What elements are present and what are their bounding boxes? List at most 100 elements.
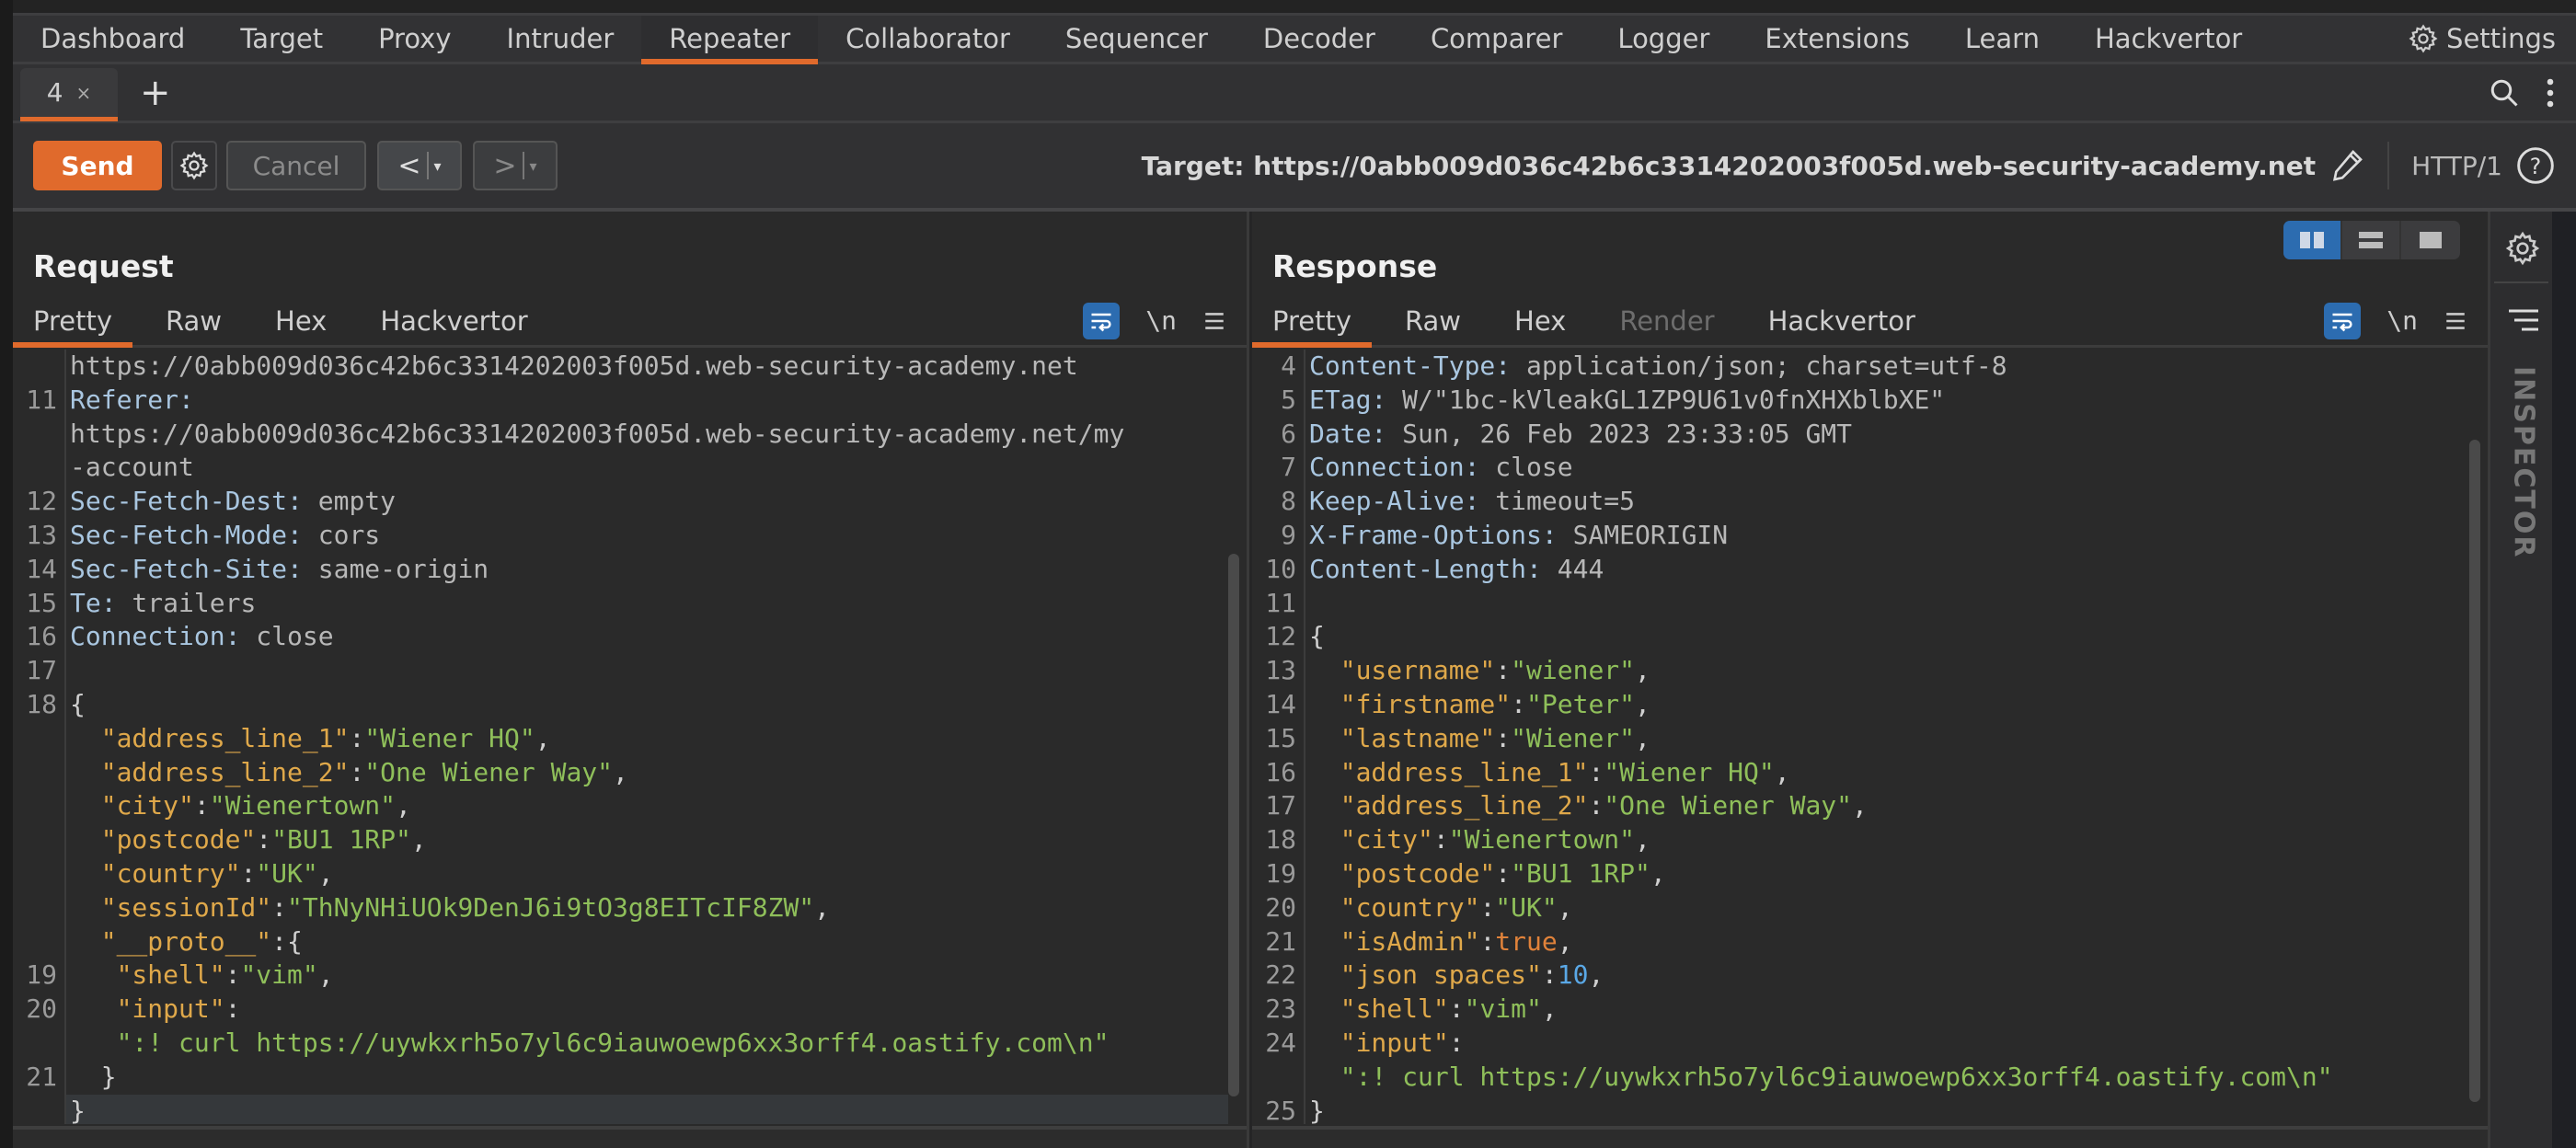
- code-line: 17: [13, 654, 1228, 688]
- request-tab-hex[interactable]: Hex: [255, 296, 347, 345]
- word-wrap-toggle[interactable]: [1083, 302, 1121, 339]
- code-token: ,: [317, 959, 334, 991]
- nav-tab-hackvertor[interactable]: Hackvertor: [2067, 16, 2270, 62]
- line-content: }: [66, 1094, 1228, 1124]
- code-token: ETag:: [1309, 384, 1387, 415]
- response-title: Response: [1272, 248, 1438, 284]
- search-icon[interactable]: [2488, 76, 2521, 109]
- code-token: :: [193, 790, 210, 821]
- nav-tab-repeater[interactable]: Repeater: [641, 16, 819, 64]
- send-options-button[interactable]: [171, 141, 217, 190]
- code-token: ,: [1852, 790, 1868, 821]
- layout-tabs-button[interactable]: [2401, 221, 2460, 259]
- code-token: "ThNyNHiUOk9DenJ6i9tO3g8EITcIF8ZW": [287, 891, 815, 923]
- line-content: "address_line_1":"Wiener HQ",: [1305, 756, 1790, 790]
- code-token: "Wiener HQ": [1604, 756, 1775, 787]
- code-token: 10: [1557, 959, 1589, 991]
- response-tab-raw[interactable]: Raw: [1385, 296, 1481, 345]
- line-number: 8: [1252, 485, 1305, 519]
- nav-tab-sequencer[interactable]: Sequencer: [1038, 16, 1236, 62]
- response-tab-hackvertor[interactable]: Hackvertor: [1748, 296, 1936, 345]
- http-version-button[interactable]: HTTP/1: [2411, 151, 2502, 181]
- chevron-down-icon[interactable]: ▾: [530, 157, 537, 175]
- response-tab-render[interactable]: Render: [1599, 296, 1734, 345]
- code-token: Keep-Alive:: [1309, 486, 1480, 517]
- code-token: "UK": [1495, 891, 1558, 923]
- code-token: ,: [396, 790, 411, 821]
- gear-icon[interactable]: [2504, 230, 2541, 267]
- send-button[interactable]: Send: [33, 141, 162, 190]
- code-token: timeout=5: [1479, 486, 1636, 517]
- request-tab-hackvertor[interactable]: Hackvertor: [360, 296, 547, 345]
- line-content: Sec-Fetch-Dest: empty: [66, 485, 396, 519]
- response-tab-pretty[interactable]: Pretty: [1252, 296, 1373, 348]
- code-line: 12{: [1252, 620, 2469, 655]
- code-line: 14 Sec-Fetch-Site: same-origin: [13, 552, 1228, 587]
- line-number: 7: [1252, 451, 1305, 486]
- menu-icon[interactable]: [1202, 309, 1226, 333]
- edit-pencil-icon[interactable]: [2329, 147, 2365, 184]
- history-forward-button[interactable]: > ▾: [473, 141, 558, 190]
- code-token: "Wienertown": [209, 790, 397, 821]
- repeater-tab[interactable]: 4 ×: [20, 67, 118, 121]
- code-line: 7 Connection: close: [1252, 451, 2469, 486]
- line-content: [1305, 587, 1309, 621]
- nav-tab-decoder[interactable]: Decoder: [1236, 16, 1403, 62]
- line-content: }: [1305, 1095, 1325, 1124]
- code-token: ,: [535, 722, 551, 753]
- line-content: "country":"UK",: [66, 857, 334, 891]
- code-token: :: [1448, 993, 1465, 1025]
- cancel-button[interactable]: Cancel: [226, 141, 366, 190]
- more-options-icon[interactable]: [2545, 76, 2556, 109]
- menu-icon[interactable]: [2444, 309, 2467, 333]
- line-number: 21: [1252, 924, 1305, 959]
- history-back-button[interactable]: < ▾: [377, 141, 462, 190]
- layout-side-by-side-button[interactable]: [2283, 221, 2342, 259]
- add-tab-button[interactable]: +: [140, 72, 171, 114]
- response-tab-hex[interactable]: Hex: [1494, 296, 1586, 345]
- code-line: "sessionId":"ThNyNHiUOk9DenJ6i9tO3g8EITc…: [13, 890, 1228, 925]
- nav-tab-target[interactable]: Target: [213, 16, 351, 62]
- code-line: "__proto__":{: [13, 924, 1228, 959]
- nav-tab-dashboard[interactable]: Dashboard: [13, 16, 213, 62]
- code-token: Sec-Fetch-Site:: [70, 553, 303, 584]
- nav-tab-extensions[interactable]: Extensions: [1737, 16, 1937, 62]
- response-editor[interactable]: 4 Content-Type: application/json; charset…: [1252, 350, 2469, 1124]
- inspector-label[interactable]: INSPECTOR: [2508, 366, 2540, 558]
- word-wrap-toggle[interactable]: [2324, 302, 2362, 339]
- code-token: :: [1479, 891, 1496, 923]
- nav-tab-collaborator[interactable]: Collaborator: [818, 16, 1038, 62]
- code-token: same-origin: [302, 553, 489, 584]
- line-number: 13: [1252, 654, 1305, 688]
- nav-tab-logger[interactable]: Logger: [1590, 16, 1737, 62]
- code-token: empty: [302, 486, 397, 517]
- request-editor[interactable]: https://0abb009d036c42b6c3314202003f005d…: [13, 350, 1228, 1124]
- code-token: ,: [1588, 959, 1604, 991]
- help-icon[interactable]: ?: [2515, 145, 2556, 186]
- response-scrollbar[interactable]: [2469, 440, 2480, 1102]
- line-number: 10: [1252, 552, 1305, 587]
- code-token: :: [349, 722, 365, 753]
- close-icon[interactable]: ×: [76, 82, 92, 104]
- code-token: }: [70, 1061, 117, 1092]
- layout-stacked-button[interactable]: [2342, 221, 2401, 259]
- line-number: 19: [1252, 856, 1305, 891]
- code-line: "city":"Wienertown",: [13, 789, 1228, 824]
- request-scrollbar[interactable]: [1228, 554, 1239, 1096]
- chevron-down-icon[interactable]: ▾: [434, 157, 442, 175]
- show-newlines-toggle[interactable]: \n: [1145, 305, 1177, 336]
- request-tab-raw[interactable]: Raw: [145, 296, 242, 345]
- show-newlines-toggle[interactable]: \n: [2386, 305, 2418, 336]
- nav-tab-comparer[interactable]: Comparer: [1403, 16, 1590, 62]
- line-content: {: [1305, 620, 1325, 654]
- settings-button[interactable]: Settings: [2408, 23, 2576, 54]
- nav-tab-proxy[interactable]: Proxy: [351, 16, 478, 62]
- nav-tab-intruder[interactable]: Intruder: [479, 16, 642, 62]
- inspector-filter-icon[interactable]: [2507, 307, 2540, 333]
- request-tab-pretty[interactable]: Pretty: [13, 296, 133, 348]
- nav-tab-learn[interactable]: Learn: [1938, 16, 2067, 62]
